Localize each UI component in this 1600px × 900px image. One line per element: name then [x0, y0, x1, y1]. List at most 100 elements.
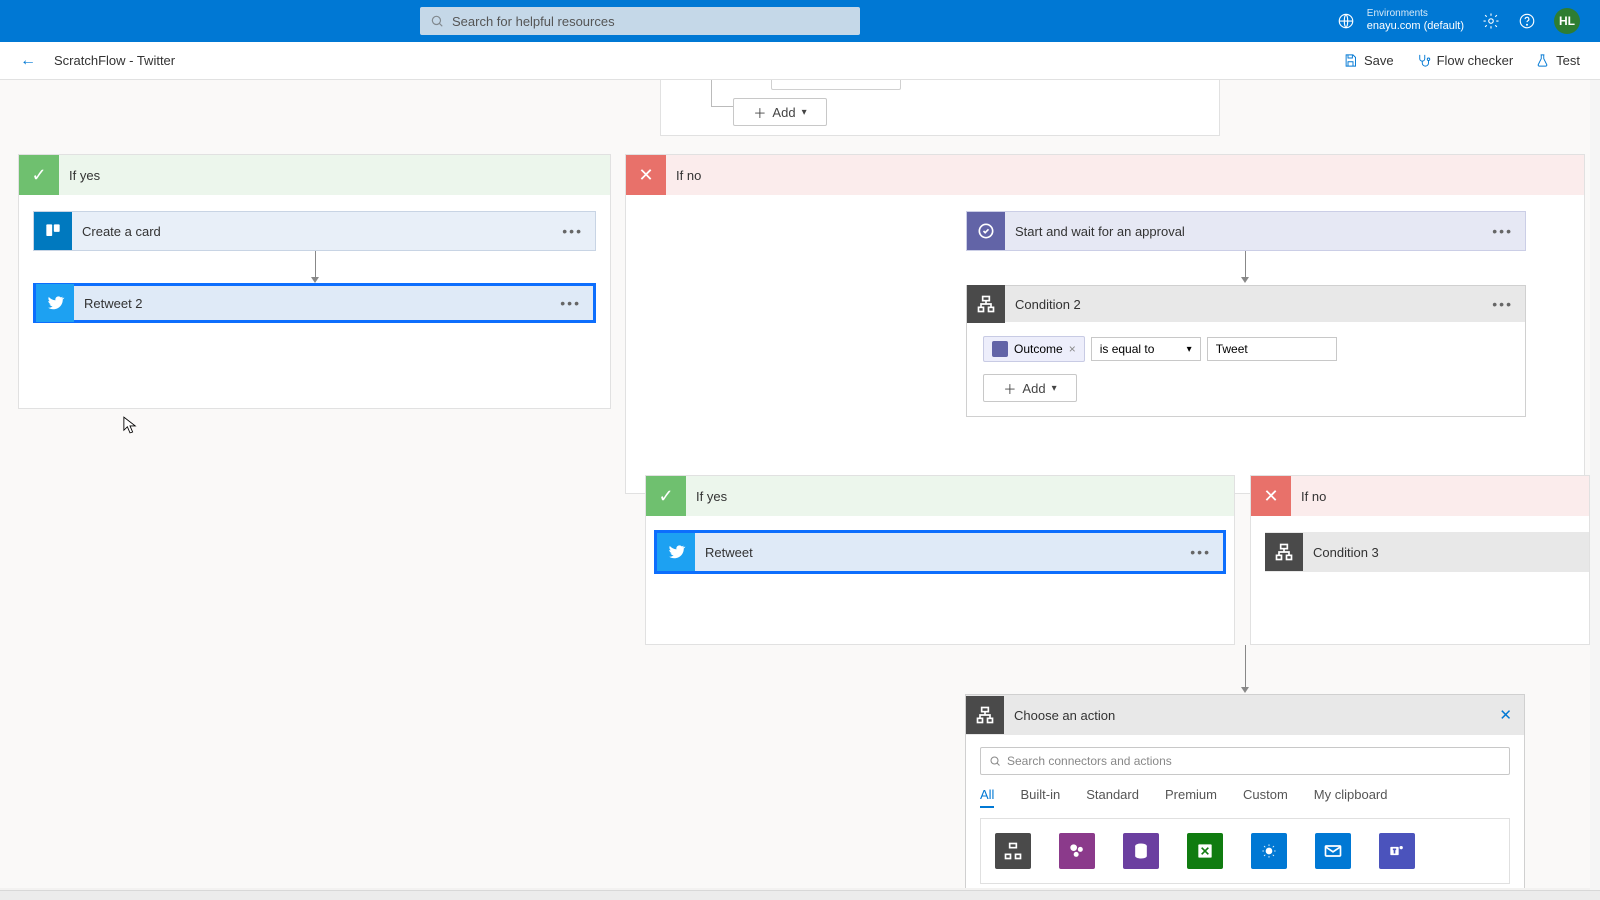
condition-card-partial: ＋ Add ▾	[660, 80, 1220, 136]
connector-search[interactable]: Search connectors and actions	[980, 747, 1510, 775]
add-condition-button[interactable]: ＋ Add ▾	[733, 98, 827, 126]
action-create-card[interactable]: Create a card •••	[33, 211, 596, 251]
choose-action-panel: Choose an action ✕ Search connectors and…	[965, 694, 1525, 888]
branch-header-no[interactable]: ✕ If no	[626, 155, 1584, 195]
add-label: Add	[1022, 381, 1045, 396]
remove-token-icon[interactable]: ×	[1069, 342, 1076, 356]
token-icon	[992, 341, 1008, 357]
vertical-scrollbar[interactable]	[1590, 80, 1600, 890]
tab-standard[interactable]: Standard	[1086, 787, 1139, 808]
environment-label: Environments	[1367, 8, 1464, 20]
connector	[315, 251, 316, 279]
condition-token[interactable]: Outcome ×	[983, 336, 1085, 362]
environment-icon	[1337, 12, 1355, 30]
save-label: Save	[1364, 53, 1394, 68]
top-app-bar: Search for helpful resources Environment…	[0, 0, 1600, 42]
global-search[interactable]: Search for helpful resources	[420, 7, 860, 35]
action-label: Retweet 2	[84, 296, 143, 311]
choose-action-header: Choose an action ✕	[966, 695, 1524, 735]
branch-header-yes[interactable]: ✓ If yes	[19, 155, 610, 195]
connector-control-icon[interactable]	[995, 833, 1031, 869]
branch-if-yes-inner: ✓ If yes Retweet •••	[645, 475, 1235, 645]
more-icon[interactable]: •••	[560, 295, 581, 311]
chooser-title: Choose an action	[1014, 708, 1115, 723]
condition-label: Condition 2	[1015, 297, 1081, 312]
connector-grid	[980, 818, 1510, 884]
chevron-down-icon: ▾	[1187, 344, 1192, 355]
connector-onenote-icon[interactable]	[1123, 833, 1159, 869]
horizontal-scrollbar[interactable]	[0, 890, 1600, 900]
back-arrow-icon[interactable]: ←	[20, 52, 36, 70]
connector	[1245, 251, 1246, 279]
branch-yes-label: If yes	[696, 489, 727, 504]
condition-body: Outcome × is equal to ▾ Tweet ＋ Add ▾	[967, 322, 1525, 416]
more-icon[interactable]: •••	[1492, 223, 1513, 239]
close-icon: ✕	[626, 155, 666, 195]
flow-checker-button[interactable]: Flow checker	[1416, 53, 1514, 68]
connector-search-placeholder: Search connectors and actions	[1007, 754, 1172, 768]
tab-custom[interactable]: Custom	[1243, 787, 1288, 808]
connector-mail-icon[interactable]	[1315, 833, 1351, 869]
save-icon	[1343, 53, 1358, 68]
action-retweet[interactable]: Retweet •••	[654, 530, 1226, 574]
twitter-icon	[36, 284, 74, 322]
avatar[interactable]: HL	[1554, 8, 1580, 34]
plus-icon: ＋	[1003, 379, 1016, 398]
tab-premium[interactable]: Premium	[1165, 787, 1217, 808]
tab-built-in[interactable]: Built-in	[1020, 787, 1060, 808]
branch-no-label: If no	[1301, 489, 1326, 504]
save-button[interactable]: Save	[1343, 53, 1394, 68]
add-condition-row-button[interactable]: ＋ Add ▾	[983, 374, 1077, 402]
command-bar: ← ScratchFlow - Twitter Save Flow checke…	[0, 42, 1600, 80]
token-label: Outcome	[1014, 342, 1063, 356]
gear-icon[interactable]	[1482, 12, 1500, 30]
value-text: Tweet	[1216, 342, 1248, 356]
condition-2-card[interactable]: Condition 2 ••• Outcome × is equal to ▾ …	[966, 285, 1526, 417]
more-icon[interactable]: •••	[562, 223, 583, 239]
add-label: Add	[772, 105, 795, 120]
action-retweet-2[interactable]: Retweet 2 •••	[33, 283, 596, 323]
check-icon: ✓	[646, 476, 686, 516]
operator-label: is equal to	[1100, 342, 1155, 356]
twitter-icon	[657, 533, 695, 571]
arrow-down-icon	[1241, 277, 1249, 283]
action-approval[interactable]: Start and wait for an approval •••	[966, 211, 1526, 251]
arrow-down-icon	[1241, 687, 1249, 693]
flow-canvas[interactable]: ＋ Add ▾ ✓ If yes Create a card ••• Retwe…	[0, 80, 1600, 888]
branch-header-yes[interactable]: ✓ If yes	[646, 476, 1234, 516]
chevron-down-icon: ▾	[802, 107, 807, 118]
condition-3-card[interactable]: Condition 3	[1265, 532, 1589, 572]
environment-picker[interactable]: Environments enayu.com (default)	[1367, 8, 1464, 33]
search-icon	[430, 14, 444, 28]
tab-clipboard[interactable]: My clipboard	[1314, 787, 1388, 808]
test-button[interactable]: Test	[1535, 53, 1580, 68]
condition-icon	[1265, 533, 1303, 571]
branch-header-no[interactable]: ✕ If no	[1251, 476, 1589, 516]
connector-tabs: All Built-in Standard Premium Custom My …	[980, 787, 1510, 808]
flow-title: ScratchFlow - Twitter	[54, 53, 175, 68]
plus-icon: ＋	[753, 103, 766, 122]
branch-yes-label: If yes	[69, 168, 100, 183]
approval-icon	[967, 212, 1005, 250]
trello-icon	[34, 212, 72, 250]
action-label: Create a card	[82, 224, 161, 239]
more-icon[interactable]: •••	[1190, 544, 1211, 560]
connector-notification-icon[interactable]	[1251, 833, 1287, 869]
environment-name: enayu.com (default)	[1367, 20, 1464, 33]
close-chooser-icon[interactable]: ✕	[1499, 706, 1512, 724]
value-box-partial	[771, 80, 901, 90]
value-input[interactable]: Tweet	[1207, 337, 1337, 361]
connector-teams-icon[interactable]	[1379, 833, 1415, 869]
connector-sharepoint-icon[interactable]	[1059, 833, 1095, 869]
more-icon[interactable]: •••	[1492, 296, 1513, 312]
branch-if-yes-outer: ✓ If yes Create a card ••• Retweet 2 •••	[18, 154, 611, 409]
help-icon[interactable]	[1518, 12, 1536, 30]
tab-all[interactable]: All	[980, 787, 994, 808]
condition-icon	[966, 696, 1004, 734]
mouse-cursor-icon	[123, 416, 137, 434]
condition-icon	[967, 285, 1005, 323]
flow-checker-label: Flow checker	[1437, 53, 1514, 68]
connector-excel-icon[interactable]	[1187, 833, 1223, 869]
condition-label: Condition 3	[1313, 545, 1379, 560]
operator-select[interactable]: is equal to ▾	[1091, 337, 1201, 361]
